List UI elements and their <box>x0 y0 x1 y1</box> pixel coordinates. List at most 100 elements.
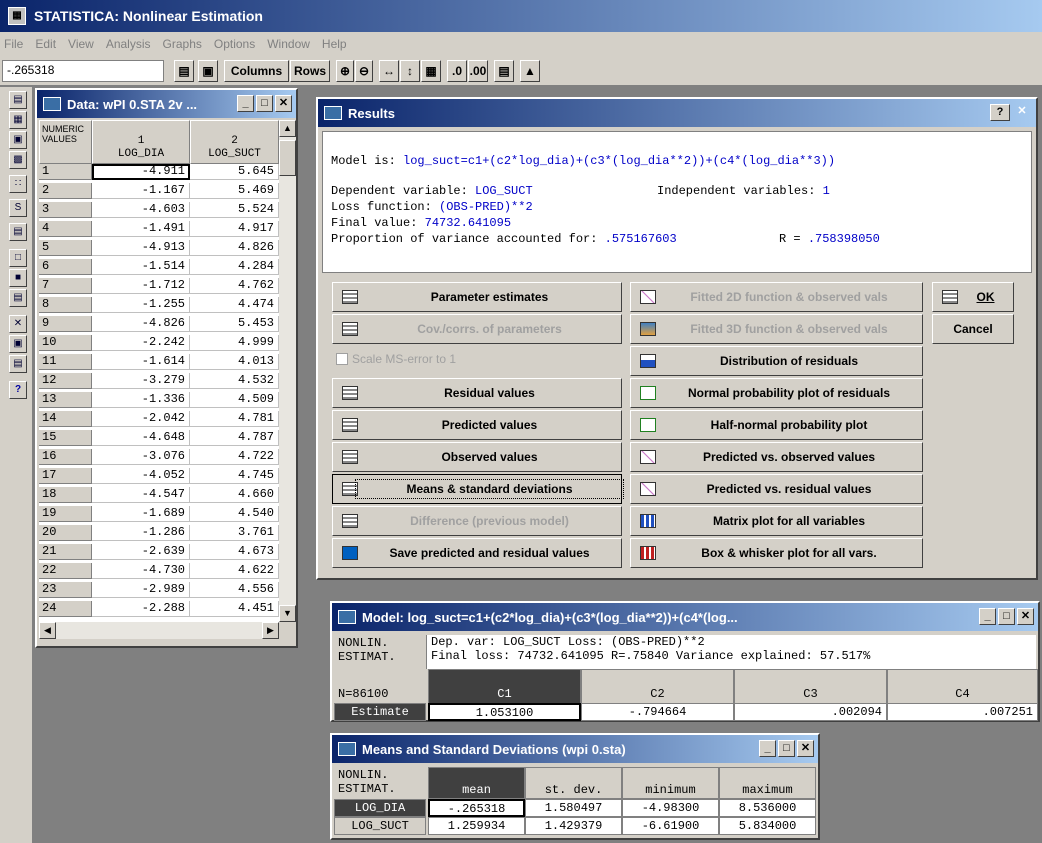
row-number[interactable]: 17 <box>39 468 92 484</box>
font-size-icon[interactable]: S <box>9 199 27 217</box>
row-number[interactable]: 22 <box>39 563 92 579</box>
log-dia-cell[interactable]: -4.052 <box>92 468 190 484</box>
scroll-right-icon[interactable]: ▶ <box>262 622 279 639</box>
minimize-button[interactable]: _ <box>237 95 254 112</box>
row-number[interactable]: 13 <box>39 392 92 408</box>
row-number[interactable]: 21 <box>39 544 92 560</box>
means-window-titlebar[interactable]: Means and Standard Deviations (wpi 0.sta… <box>332 735 818 763</box>
log-suct-cell[interactable]: 5.524 <box>190 202 279 218</box>
log-dia-cell[interactable]: -4.911 <box>92 164 190 180</box>
help-icon[interactable]: ? <box>9 381 27 399</box>
estimate-c1[interactable]: 1.053100 <box>428 703 581 721</box>
log-suct-cell[interactable]: 3.761 <box>190 525 279 541</box>
log-dia-cell[interactable]: -4.730 <box>92 563 190 579</box>
rows-button[interactable]: Rows <box>290 60 330 82</box>
save-icon[interactable]: ■ <box>9 269 27 287</box>
fitted-2d-button[interactable]: Fitted 2D function & observed vals <box>630 282 923 312</box>
remove-decimal-icon[interactable]: .00 <box>468 60 488 82</box>
normal-probability-plot-button[interactable]: Normal probability plot of residuals <box>630 378 923 408</box>
log-dia-cell[interactable]: -1.491 <box>92 221 190 237</box>
row-number[interactable]: 23 <box>39 582 92 598</box>
log-dia-cell[interactable]: -1.514 <box>92 259 190 275</box>
log-suct-cell[interactable]: 4.556 <box>190 582 279 598</box>
log-suct-cell[interactable]: 4.509 <box>190 392 279 408</box>
log-suct-cell[interactable]: 4.781 <box>190 411 279 427</box>
half-normal-plot-button[interactable]: Half-normal probability plot <box>630 410 923 440</box>
log-dia-cell[interactable]: -1.712 <box>92 278 190 294</box>
log-dia-cell[interactable]: -1.167 <box>92 183 190 199</box>
scatter-icon[interactable]: ∷ <box>9 175 27 193</box>
text-output-icon[interactable]: ▣ <box>9 131 27 149</box>
scroll-down-icon[interactable]: ▼ <box>279 605 296 622</box>
menu-file[interactable]: File <box>4 37 23 51</box>
box-whisker-plot-button[interactable]: Box & whisker plot for all vars. <box>630 538 923 568</box>
open-icon[interactable]: □ <box>9 249 27 267</box>
maximize-button[interactable]: □ <box>778 740 795 757</box>
estimate-c2[interactable]: -.794664 <box>581 703 734 721</box>
row-number[interactable]: 4 <box>39 221 92 237</box>
ok-button[interactable]: OK <box>932 282 1014 312</box>
parameter-estimates-button[interactable]: Parameter estimates <box>332 282 622 312</box>
menu-view[interactable]: View <box>68 37 94 51</box>
log-suct-cell[interactable]: 4.787 <box>190 430 279 446</box>
log-dia-cell[interactable]: -4.648 <box>92 430 190 446</box>
predicted-vs-observed-button[interactable]: Predicted vs. observed values <box>630 442 923 472</box>
spreadsheet-icon[interactable]: ▤ <box>494 60 514 82</box>
row-number[interactable]: 9 <box>39 316 92 332</box>
log-suct-cell[interactable]: 5.645 <box>190 164 279 180</box>
log-suct-cell[interactable]: 4.999 <box>190 335 279 351</box>
close-button[interactable]: ✕ <box>1017 608 1034 625</box>
residual-values-button[interactable]: Residual values <box>332 378 622 408</box>
predicted-values-button[interactable]: Predicted values <box>332 410 622 440</box>
close-button[interactable]: ✕ <box>275 95 292 112</box>
log-dia-cell[interactable]: -1.689 <box>92 506 190 522</box>
row-number[interactable]: 7 <box>39 278 92 294</box>
log-dia-cell[interactable]: -1.336 <box>92 392 190 408</box>
row-number[interactable]: 20 <box>39 525 92 541</box>
row-number[interactable]: 15 <box>39 430 92 446</box>
column-width-icon[interactable]: ▦ <box>421 60 441 82</box>
log-suct-cell[interactable]: 4.660 <box>190 487 279 503</box>
mean-log-suct[interactable]: 1.259934 <box>428 817 525 835</box>
log-suct-cell[interactable]: 5.453 <box>190 316 279 332</box>
max-log-suct[interactable]: 5.834000 <box>719 817 816 835</box>
menu-graphs[interactable]: Graphs <box>163 37 202 51</box>
log-dia-cell[interactable]: -4.913 <box>92 240 190 256</box>
log-dia-cell[interactable]: -4.826 <box>92 316 190 332</box>
add-decimal-icon[interactable]: .0 <box>447 60 467 82</box>
max-log-dia[interactable]: 8.536000 <box>719 799 816 817</box>
means-std-deviations-button[interactable]: Means & standard deviations <box>332 474 624 504</box>
row-number[interactable]: 19 <box>39 506 92 522</box>
zoom-in-icon[interactable]: ⊕ <box>336 60 354 82</box>
print-icon[interactable]: ▤ <box>9 289 27 307</box>
column-header-log-dia[interactable]: 1 LOG_DIA <box>92 120 190 164</box>
min-log-suct[interactable]: -6.61900 <box>622 817 719 835</box>
column-header-c2[interactable]: C2 <box>581 669 734 705</box>
log-suct-cell[interactable]: 4.013 <box>190 354 279 370</box>
observed-values-button[interactable]: Observed values <box>332 442 622 472</box>
row-number[interactable]: 6 <box>39 259 92 275</box>
row-number[interactable]: 14 <box>39 411 92 427</box>
log-suct-cell[interactable]: 4.722 <box>190 449 279 465</box>
log-dia-cell[interactable]: -2.288 <box>92 601 190 617</box>
case-icon[interactable]: ▣ <box>198 60 218 82</box>
min-log-dia[interactable]: -4.98300 <box>622 799 719 817</box>
log-suct-cell[interactable]: 4.622 <box>190 563 279 579</box>
log-dia-cell[interactable]: -1.255 <box>92 297 190 313</box>
log-dia-cell[interactable]: -2.639 <box>92 544 190 560</box>
fitted-3d-button[interactable]: Fitted 3D function & observed vals <box>630 314 923 344</box>
log-suct-cell[interactable]: 4.532 <box>190 373 279 389</box>
log-suct-cell[interactable]: 4.540 <box>190 506 279 522</box>
row-header-log-dia[interactable]: LOG_DIA <box>334 799 426 817</box>
graph-icon[interactable]: ▲ <box>520 60 540 82</box>
menu-edit[interactable]: Edit <box>35 37 56 51</box>
log-dia-cell[interactable]: -4.603 <box>92 202 190 218</box>
matrix-plot-button[interactable]: Matrix plot for all variables <box>630 506 923 536</box>
log-dia-cell[interactable]: -2.242 <box>92 335 190 351</box>
close-button[interactable]: ✕ <box>797 740 814 757</box>
scroll-left-icon[interactable]: ◀ <box>39 622 56 639</box>
predicted-vs-residual-button[interactable]: Predicted vs. residual values <box>630 474 923 504</box>
row-header-log-suct[interactable]: LOG_SUCT <box>334 817 426 835</box>
row-number[interactable]: 3 <box>39 202 92 218</box>
log-dia-cell[interactable]: -2.989 <box>92 582 190 598</box>
